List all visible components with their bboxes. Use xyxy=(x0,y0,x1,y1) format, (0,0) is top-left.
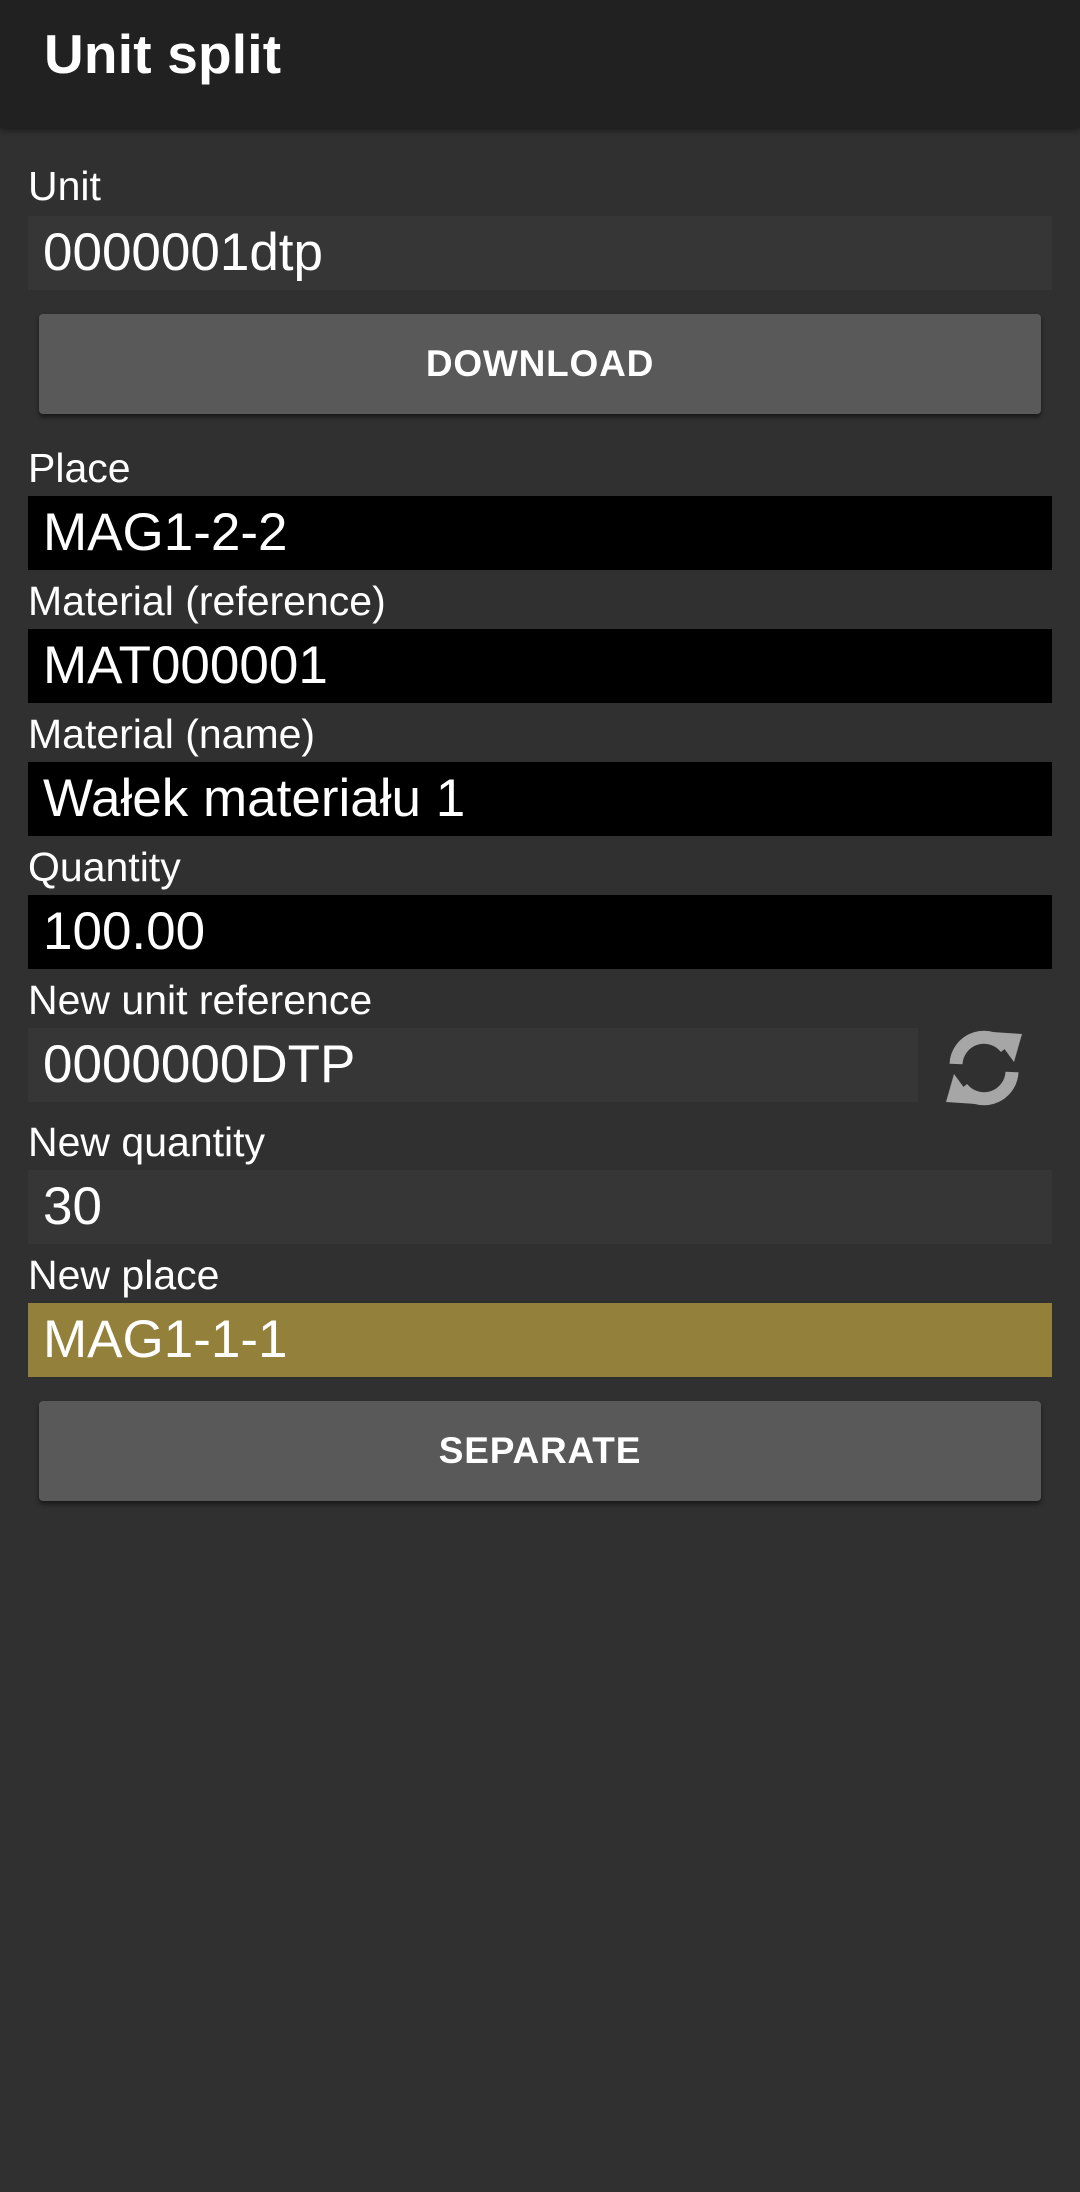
unit-label: Unit xyxy=(28,163,101,209)
material-name-field: Wałek materiału 1 xyxy=(28,762,1052,836)
place-label: Place xyxy=(28,445,131,491)
separate-button[interactable]: SEPARATE xyxy=(39,1401,1041,1501)
refresh-icon[interactable] xyxy=(944,1026,1024,1110)
new-unit-reference-label: New unit reference xyxy=(28,977,373,1023)
new-place-label: New place xyxy=(28,1252,220,1298)
unit-input[interactable]: 0000001dtp xyxy=(28,216,1052,290)
material-name-label: Material (name) xyxy=(28,711,316,757)
quantity-field: 100.00 xyxy=(28,895,1052,969)
new-quantity-label: New quantity xyxy=(28,1119,266,1165)
new-quantity-input[interactable]: 30 xyxy=(28,1170,1052,1244)
download-button[interactable]: DOWNLOAD xyxy=(39,314,1041,414)
material-reference-field: MAT000001 xyxy=(28,629,1052,703)
new-unit-reference-input[interactable]: 0000000DTP xyxy=(28,1028,918,1102)
material-reference-label: Material (reference) xyxy=(28,578,386,624)
page-title: Unit split xyxy=(44,23,282,85)
place-field: MAG1-2-2 xyxy=(28,496,1052,570)
app-bar: Unit split xyxy=(0,0,1080,128)
new-place-input[interactable]: MAG1-1-1 xyxy=(28,1303,1052,1377)
quantity-label: Quantity xyxy=(28,844,181,890)
